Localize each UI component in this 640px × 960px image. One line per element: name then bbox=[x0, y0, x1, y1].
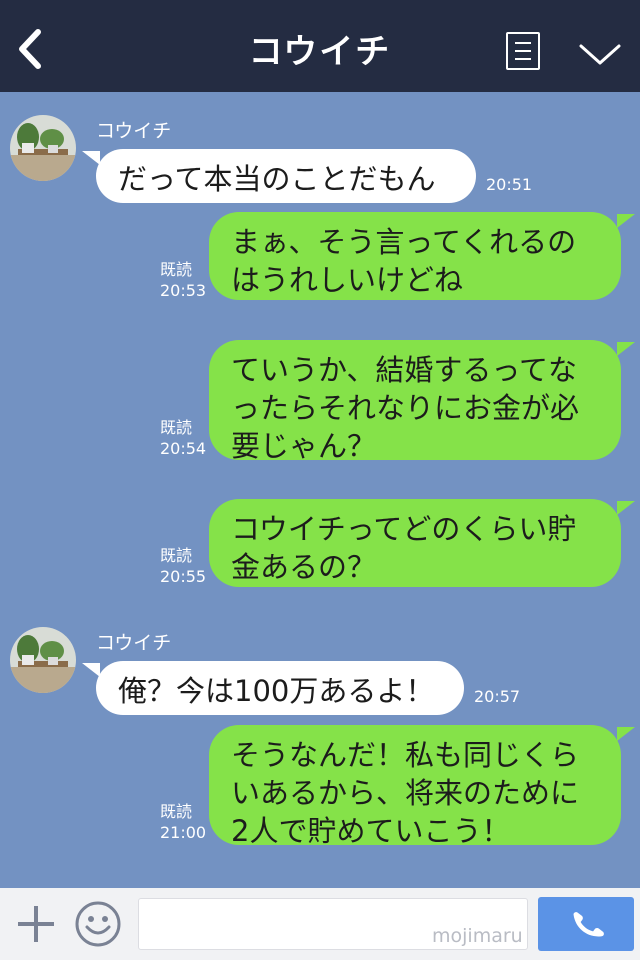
message-line: コウイチってどのくらい貯 bbox=[231, 512, 577, 546]
message-time: 20:57 bbox=[474, 687, 521, 706]
avatar[interactable] bbox=[10, 627, 76, 693]
read-label: 既読 bbox=[160, 260, 193, 279]
chat-header: コウイチ bbox=[0, 0, 640, 92]
incoming-message-bubble[interactable]: 俺？今は100万あるよ！ bbox=[82, 661, 464, 715]
outgoing-message-bubble[interactable]: ていうか、結婚するってな ったらそれなりにお金が必 要じゃん？ bbox=[209, 340, 635, 463]
read-status: 既読 20:54 bbox=[160, 417, 206, 459]
incoming-message-bubble[interactable]: だって本当のことだもん bbox=[82, 149, 476, 203]
note-icon[interactable] bbox=[506, 32, 540, 70]
message-time: 20:53 bbox=[160, 281, 207, 300]
watermark: mojimaru bbox=[432, 925, 523, 947]
message-time: 21:00 bbox=[160, 823, 207, 842]
message-line: ていうか、結婚するってな bbox=[231, 353, 577, 387]
message-line: 金あるの？ bbox=[231, 550, 377, 584]
phone-icon bbox=[573, 912, 604, 937]
read-status: 既読 20:55 bbox=[160, 545, 206, 587]
read-label: 既読 bbox=[160, 546, 193, 565]
message-line: はうれしいけどね bbox=[231, 263, 464, 297]
smiley-icon[interactable] bbox=[74, 900, 122, 948]
message-time: 20:54 bbox=[160, 439, 207, 458]
message-line: 2人で貯めていこう！ bbox=[231, 814, 511, 848]
call-button[interactable] bbox=[538, 897, 634, 951]
read-label: 既読 bbox=[160, 802, 193, 821]
message-line: いあるから、将来のために bbox=[231, 776, 580, 810]
message-line: まぁ、そう言ってくれるの bbox=[231, 225, 577, 259]
read-status: 既読 21:00 bbox=[160, 801, 206, 843]
message-line: 要じゃん？ bbox=[231, 429, 377, 463]
chevron-down-icon[interactable] bbox=[578, 40, 622, 68]
outgoing-message-bubble[interactable]: コウイチってどのくらい貯 金あるの？ bbox=[209, 499, 635, 587]
outgoing-message-bubble[interactable]: まぁ、そう言ってくれるの はうれしいけどね bbox=[209, 212, 635, 300]
sender-name: コウイチ bbox=[96, 120, 172, 142]
message-time: 20:51 bbox=[486, 175, 533, 194]
plant-avatar-icon bbox=[10, 115, 76, 181]
message-line: 俺？今は100万あるよ！ bbox=[118, 674, 435, 708]
chat-title: コウイチ bbox=[248, 32, 392, 72]
sender-name: コウイチ bbox=[96, 632, 172, 654]
message-line: だって本当のことだもん bbox=[118, 162, 436, 196]
plus-icon[interactable] bbox=[16, 904, 56, 944]
read-label: 既読 bbox=[160, 418, 193, 437]
message-list[interactable]: コウイチ だって本当のことだもん 20:51 既読 20:53 まぁ、そう言って… bbox=[0, 92, 640, 888]
message-line: ったらそれなりにお金が必 bbox=[231, 391, 580, 425]
message-time: 20:55 bbox=[160, 567, 207, 586]
plant-avatar-icon bbox=[10, 627, 76, 693]
read-status: 既読 20:53 bbox=[160, 259, 206, 301]
message-line: そうなんだ！私も同じくら bbox=[231, 738, 580, 772]
outgoing-message-bubble[interactable]: そうなんだ！私も同じくら いあるから、将来のために 2人で貯めていこう！ bbox=[209, 725, 635, 848]
avatar[interactable] bbox=[10, 115, 76, 181]
